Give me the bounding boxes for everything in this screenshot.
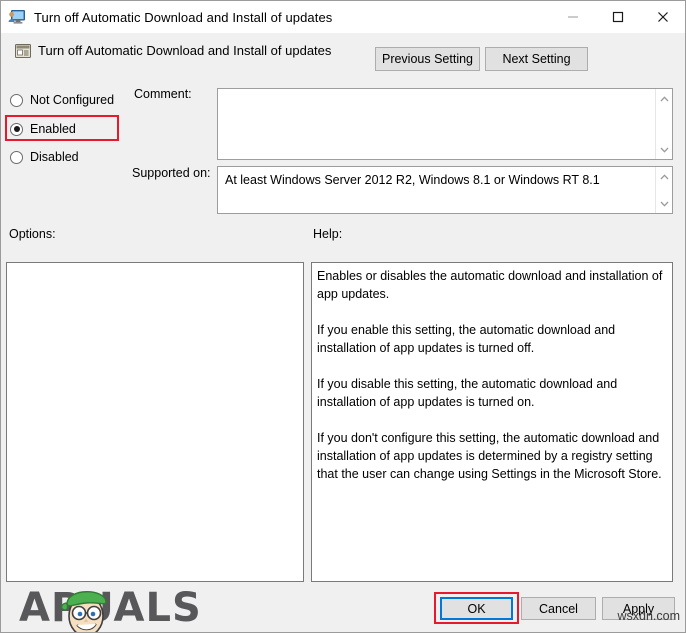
- radio-not-configured-label: Not Configured: [30, 93, 115, 107]
- chevron-up-icon[interactable]: [656, 90, 673, 107]
- help-paragraph: If you enable this setting, the automati…: [317, 323, 616, 355]
- next-setting-button[interactable]: Next Setting: [485, 47, 588, 71]
- supported-on-scrollbar[interactable]: [655, 167, 672, 213]
- computer-monitor-icon: [8, 8, 26, 26]
- comment-input[interactable]: [217, 88, 673, 160]
- radio-enabled-label: Enabled: [30, 122, 76, 136]
- maximize-icon[interactable]: [595, 1, 640, 32]
- chevron-up-icon[interactable]: [656, 168, 673, 185]
- chevron-down-icon[interactable]: [656, 141, 673, 158]
- watermark-text: wsxdn.com: [617, 609, 680, 623]
- options-panel[interactable]: [6, 262, 304, 582]
- radio-disabled-label: Disabled: [30, 150, 79, 164]
- radio-not-configured[interactable]: Not Configured: [10, 91, 114, 109]
- window-controls: [550, 1, 685, 32]
- supported-on-label: Supported on:: [132, 166, 211, 180]
- policy-setting-icon: [14, 42, 32, 60]
- ok-button[interactable]: OK: [440, 597, 513, 620]
- radio-enabled[interactable]: Enabled: [10, 120, 76, 138]
- chevron-down-icon[interactable]: [656, 195, 673, 212]
- comment-scrollbar[interactable]: [655, 89, 672, 159]
- appuals-logo: A PUALS: [19, 584, 202, 632]
- help-label: Help:: [313, 227, 343, 241]
- radio-disabled-indicator: [10, 150, 23, 164]
- help-paragraph: Enables or disables the automatic downlo…: [317, 269, 663, 301]
- help-paragraph: If you don't configure this setting, the…: [317, 431, 662, 481]
- comment-label: Comment:: [134, 87, 192, 101]
- window-title: Turn off Automatic Download and Install …: [34, 9, 333, 25]
- previous-setting-button[interactable]: Previous Setting: [375, 47, 480, 71]
- options-label: Options:: [9, 227, 56, 241]
- supported-on-box[interactable]: At least Windows Server 2012 R2, Windows…: [217, 166, 673, 214]
- logo-text-before: A: [19, 585, 51, 631]
- setting-title: Turn off Automatic Download and Install …: [38, 43, 332, 58]
- window-titlebar[interactable]: Turn off Automatic Download and Install …: [1, 1, 685, 33]
- minimize-icon[interactable]: [550, 1, 595, 32]
- help-paragraph: If you disable this setting, the automat…: [317, 377, 618, 409]
- group-policy-setting-dialog: Turn off Automatic Download and Install …: [0, 0, 686, 633]
- close-icon[interactable]: [640, 1, 685, 32]
- cancel-button[interactable]: Cancel: [521, 597, 596, 620]
- help-panel[interactable]: Enables or disables the automatic downlo…: [311, 262, 673, 582]
- help-content: Enables or disables the automatic downlo…: [317, 267, 664, 483]
- radio-not-configured-indicator: [10, 93, 23, 107]
- radio-enabled-indicator: [10, 122, 23, 136]
- appuals-mascot-icon: [55, 580, 117, 632]
- radio-disabled[interactable]: Disabled: [10, 148, 79, 166]
- supported-on-value: At least Windows Server 2012 R2, Windows…: [225, 173, 600, 187]
